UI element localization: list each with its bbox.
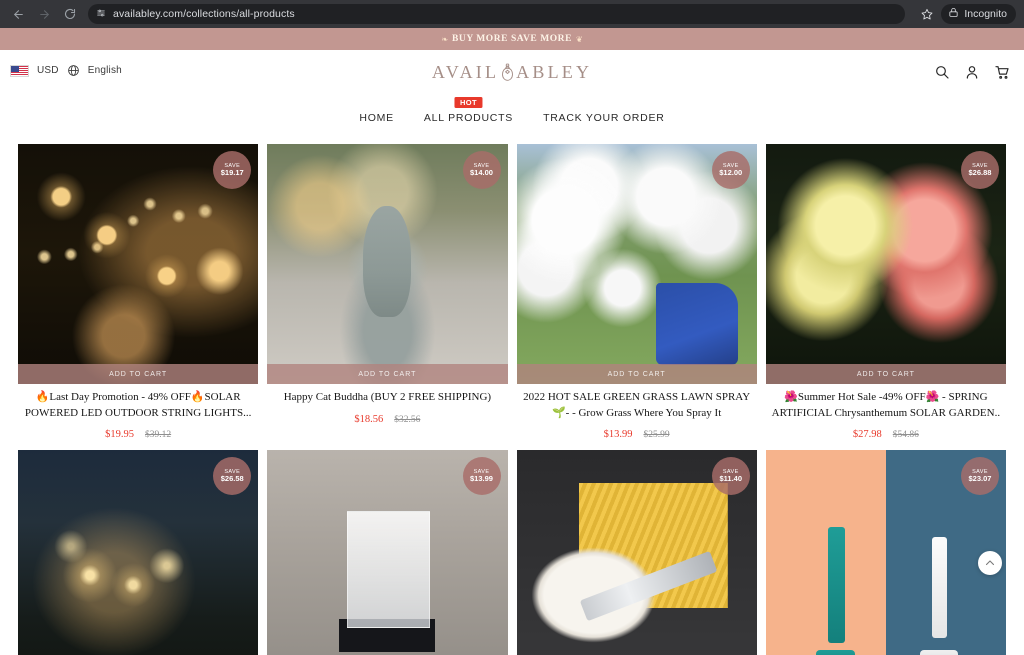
browser-toolbar: availabley.com/collections/all-products … [0, 0, 1024, 28]
save-amount: $14.00 [470, 167, 493, 177]
back-button[interactable] [8, 4, 28, 24]
incognito-indicator[interactable]: Incognito [941, 4, 1016, 24]
product-compare-price: $32.56 [394, 414, 421, 425]
cart-icon[interactable] [994, 64, 1010, 80]
chrome-right-actions: Incognito [917, 4, 1016, 24]
add-to-cart-button[interactable]: ADD TO CART [18, 364, 259, 385]
product-price: $27.98 [852, 429, 882, 441]
product-card[interactable]: SAVE $12.00 ADD TO CART 2022 HOT SALE GR… [516, 144, 757, 442]
incognito-icon [948, 7, 959, 21]
search-icon[interactable] [934, 64, 950, 80]
save-badge: SAVE $11.40 [711, 457, 750, 496]
main-navigation: HOME HOT ALL PRODUCTS TRACK YOUR ORDER [0, 97, 1024, 124]
product-title[interactable]: Happy Cat Buddha (BUY 2 FREE SHIPPING) [267, 390, 507, 406]
nav-label: ALL PRODUCTS [423, 112, 514, 124]
scroll-to-top-button[interactable] [978, 551, 1002, 575]
site-settings-icon[interactable] [96, 5, 106, 23]
product-price: $19.95 [105, 429, 134, 441]
product-compare-price: $54.86 [892, 430, 919, 441]
locale-selectors: USD English [10, 64, 122, 77]
product-card[interactable]: SAVE $26.88 ADD TO CART 🌺Summer Hot Sale… [765, 144, 1006, 442]
us-flag-icon [10, 64, 29, 77]
nav-item-track-your-order[interactable]: TRACK YOUR ORDER [543, 108, 665, 124]
product-card[interactable]: SAVE $11.40 [516, 450, 757, 655]
save-amount: $26.88 [968, 167, 992, 177]
perfume-bottle-icon [500, 63, 515, 82]
product-image[interactable]: SAVE $11.40 [516, 450, 757, 655]
product-title[interactable]: 🌺Summer Hot Sale -49% OFF🌺 - SPRING ARTI… [766, 390, 1006, 421]
product-image[interactable]: SAVE $13.99 [267, 450, 508, 655]
save-amount: $13.99 [470, 474, 493, 484]
product-prices: $27.98 $54.86 [766, 424, 1006, 442]
save-badge: SAVE $12.00 [711, 151, 750, 189]
site-header: USD English AVAIL ABLEY HOME HOT ALL PRO… [0, 50, 1024, 134]
site-logo[interactable]: AVAIL ABLEY [432, 50, 592, 83]
announcement-text: BUY MORE SAVE MORE [452, 34, 572, 44]
incognito-label: Incognito [964, 8, 1007, 20]
announcement-left-mark: ❧ [441, 34, 449, 44]
save-badge: SAVE $14.00 [462, 151, 501, 189]
save-amount: $23.07 [968, 474, 992, 484]
save-badge: SAVE $26.88 [961, 151, 999, 189]
product-title[interactable]: 🔥Last Day Promotion - 49% OFF🔥SOLAR POWE… [18, 390, 258, 421]
product-card[interactable]: SAVE $26.58 [18, 450, 259, 655]
logo-text-left: AVAIL [431, 62, 500, 82]
product-price: $18.56 [354, 413, 384, 425]
url-text: availabley.com/collections/all-products [113, 8, 295, 20]
product-image[interactable]: SAVE $23.07 [765, 450, 1006, 655]
save-amount: $19.17 [220, 167, 244, 177]
add-to-cart-button[interactable]: ADD TO CART [765, 364, 1006, 385]
product-image[interactable]: SAVE $26.58 [18, 450, 259, 655]
nav-label: TRACK YOUR ORDER [543, 112, 665, 124]
add-to-cart-button[interactable]: ADD TO CART [267, 364, 508, 385]
account-icon[interactable] [964, 64, 980, 80]
currency-selector[interactable]: USD [37, 65, 59, 76]
product-prices: $13.99 $25.99 [517, 424, 757, 442]
forward-button[interactable] [34, 4, 54, 24]
product-card[interactable]: SAVE $19.17 ADD TO CART 🔥Last Day Promot… [18, 144, 259, 442]
reload-button[interactable] [60, 4, 80, 24]
product-grid: SAVE $19.17 ADD TO CART 🔥Last Day Promot… [0, 134, 1024, 655]
product-compare-price: $25.99 [643, 430, 670, 441]
product-image[interactable]: SAVE $12.00 ADD TO CART [516, 144, 757, 385]
save-badge: SAVE $19.17 [213, 151, 252, 189]
announcement-right-mark: ❦ [575, 34, 583, 44]
bookmark-star-icon[interactable] [917, 4, 937, 24]
product-image[interactable]: SAVE $19.17 ADD TO CART [18, 144, 259, 385]
nav-item-home[interactable]: HOME [359, 108, 394, 124]
product-card[interactable]: SAVE $14.00 ADD TO CART Happy Cat Buddha… [267, 144, 508, 442]
nav-item-all-products[interactable]: HOT ALL PRODUCTS [423, 97, 514, 124]
product-image[interactable]: SAVE $14.00 ADD TO CART [267, 144, 508, 385]
product-card[interactable]: SAVE $13.99 [267, 450, 508, 655]
address-bar[interactable]: availabley.com/collections/all-products [88, 4, 906, 24]
product-title[interactable]: 2022 HOT SALE GREEN GRASS LAWN SPRAY🌱- -… [517, 390, 757, 421]
nav-label: HOME [359, 112, 394, 124]
add-to-cart-button[interactable]: ADD TO CART [516, 364, 757, 385]
product-image[interactable]: SAVE $26.88 ADD TO CART [765, 144, 1006, 385]
language-selector[interactable]: English [88, 65, 122, 76]
chevron-up-icon [985, 560, 995, 566]
globe-icon [67, 64, 80, 77]
product-compare-price: $39.12 [145, 430, 172, 441]
save-amount: $12.00 [719, 167, 743, 177]
product-prices: $18.56 $32.56 [267, 409, 507, 427]
hot-badge: HOT [454, 97, 483, 108]
announcement-bar: ❧ BUY MORE SAVE MORE ❦ [0, 28, 1024, 50]
save-badge: SAVE $13.99 [462, 457, 501, 496]
product-price: $13.99 [603, 429, 633, 441]
product-card[interactable]: SAVE $23.07 [765, 450, 1006, 655]
logo-text-right: ABLEY [516, 62, 593, 82]
header-actions [934, 64, 1010, 80]
save-amount: $11.40 [719, 474, 743, 484]
product-prices: $19.95 $39.12 [18, 424, 258, 442]
save-amount: $26.58 [220, 474, 244, 484]
